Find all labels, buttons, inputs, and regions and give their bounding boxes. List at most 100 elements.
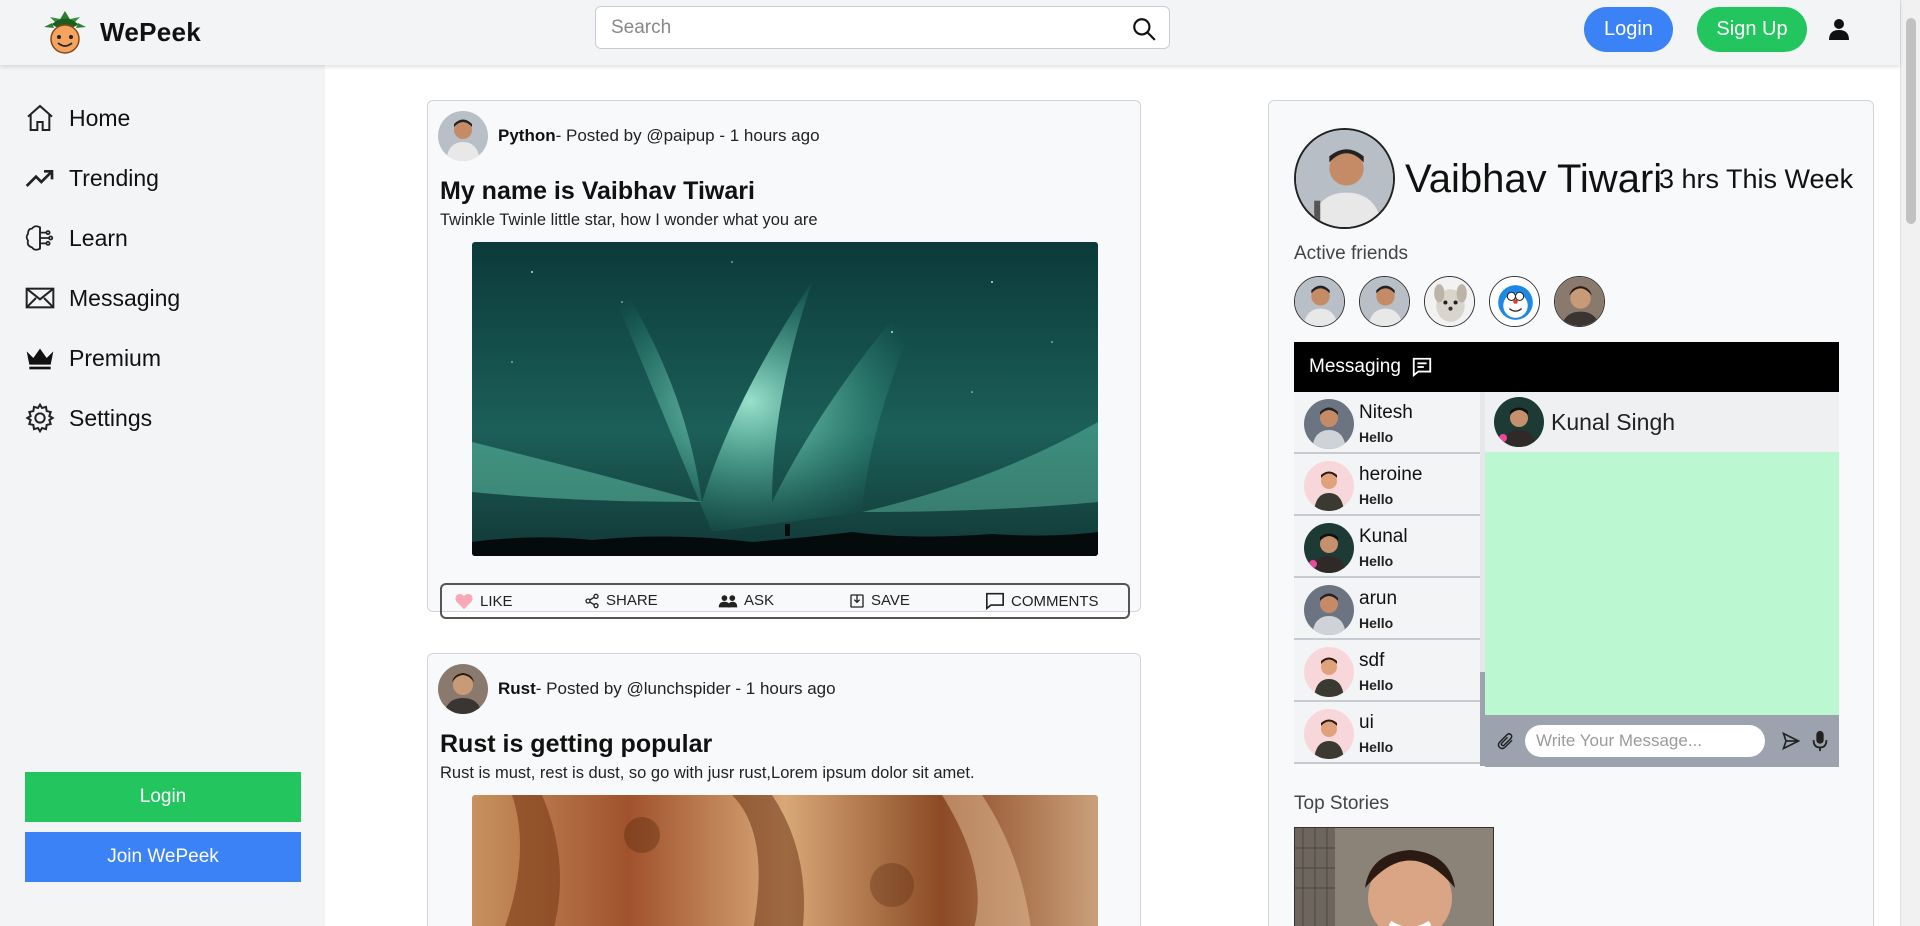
sidebar-item-label: Learn xyxy=(69,224,128,251)
active-friends-list xyxy=(1294,276,1605,327)
post-card: Rust- Posted by @lunchspider - 1 hours a… xyxy=(427,653,1141,926)
contact-item[interactable]: Nitesh Hello xyxy=(1294,392,1480,454)
sidebar-login-button[interactable]: Login xyxy=(25,772,301,822)
contact-name: heroine xyxy=(1359,464,1423,485)
post-meta: Rust- Posted by @lunchspider - 1 hours a… xyxy=(438,664,836,714)
profile-time-stat: 3 hrs This Week xyxy=(1659,164,1854,194)
login-button[interactable]: Login xyxy=(1584,7,1673,52)
friend-avatar[interactable] xyxy=(1424,276,1475,327)
post-description: Rust is must, rest is dust, so go with j… xyxy=(440,764,975,782)
search-input[interactable] xyxy=(596,7,1116,48)
logo-text: WePeek xyxy=(100,16,202,47)
profile-panel: Vaibhav Tiwari 3 hrs This Week Active fr… xyxy=(1268,100,1874,926)
contact-name: ui xyxy=(1359,712,1374,733)
post-image-aurora[interactable] xyxy=(472,242,1098,556)
search-bar xyxy=(595,6,1170,49)
sidebar-item-label: Settings xyxy=(69,404,153,431)
contact-item[interactable]: ui Hello xyxy=(1294,702,1480,764)
active-friends-label: Active friends xyxy=(1294,243,1409,264)
post-title[interactable]: Rust is getting popular xyxy=(440,730,712,759)
post-actions: LIKE SHARE ASK SAVE COMMENTS xyxy=(440,583,1130,619)
contact-item[interactable]: arun Hello xyxy=(1294,578,1480,640)
avatar xyxy=(1304,709,1354,759)
contact-list: Nitesh Hello heroine Hello Kunal Hello a… xyxy=(1294,392,1480,766)
page-scrollbar[interactable] xyxy=(1900,0,1920,926)
gear-icon xyxy=(25,402,55,434)
chat-icon xyxy=(1412,357,1432,378)
contact-last-message: Hello xyxy=(1359,553,1394,569)
people-icon xyxy=(718,594,738,607)
user-icon[interactable] xyxy=(1827,17,1851,46)
avatar xyxy=(1304,585,1354,635)
sidebar-item-label: Trending xyxy=(69,164,159,191)
sidebar-item-label: Home xyxy=(69,104,131,131)
sidebar-item-label: Messaging xyxy=(69,284,181,311)
like-button[interactable]: LIKE xyxy=(454,592,513,610)
avatar xyxy=(1304,461,1354,511)
messaging-title: Messaging xyxy=(1309,356,1401,377)
friend-avatar[interactable] xyxy=(1554,276,1605,327)
top-header: WePeek Login Sign Up xyxy=(0,0,1900,65)
avatar[interactable] xyxy=(438,664,488,714)
home-icon xyxy=(27,104,53,131)
attach-icon[interactable] xyxy=(1497,731,1515,756)
contact-last-message: Hello xyxy=(1359,739,1394,755)
share-button[interactable]: SHARE xyxy=(584,592,658,609)
avatar xyxy=(1304,647,1354,697)
message-input[interactable] xyxy=(1525,725,1765,757)
chat-contact-name: Kunal Singh xyxy=(1551,409,1676,435)
friend-avatar[interactable] xyxy=(1359,276,1410,327)
messaging-header[interactable]: Messaging xyxy=(1294,342,1839,392)
friend-avatar[interactable] xyxy=(1294,276,1345,327)
crown-icon xyxy=(26,348,54,370)
page-scrollbar-thumb[interactable] xyxy=(1906,18,1916,224)
post-topic[interactable]: Python xyxy=(498,126,556,145)
brain-icon xyxy=(25,225,54,251)
logo-icon xyxy=(40,7,90,57)
send-icon[interactable] xyxy=(1781,731,1801,756)
microphone-icon[interactable] xyxy=(1812,730,1828,757)
story-card[interactable] xyxy=(1294,827,1494,926)
sidebar-item-settings[interactable]: Settings xyxy=(24,402,152,434)
join-button[interactable]: Join WePeek xyxy=(25,832,301,882)
logo[interactable]: WePeek xyxy=(40,7,201,57)
post-title[interactable]: My name is Vaibhav Tiwari xyxy=(440,177,755,206)
sidebar-item-label: Premium xyxy=(69,344,162,371)
friend-avatar[interactable] xyxy=(1489,276,1540,327)
ask-button[interactable]: ASK xyxy=(718,592,774,609)
comment-icon xyxy=(986,592,1004,610)
post-meta: Python- Posted by @paipup - 1 hours ago xyxy=(438,111,820,161)
contact-item[interactable]: Kunal Hello xyxy=(1294,516,1480,578)
profile-avatar[interactable] xyxy=(1294,128,1395,229)
sidebar-item-trending[interactable]: Trending xyxy=(24,162,159,194)
signup-button[interactable]: Sign Up xyxy=(1697,7,1807,52)
avatar[interactable] xyxy=(438,111,488,161)
sidebar-item-learn[interactable]: Learn xyxy=(24,222,128,254)
post-topic[interactable]: Rust xyxy=(498,679,536,698)
share-icon xyxy=(585,593,599,608)
avatar[interactable] xyxy=(1494,397,1544,447)
chat-messages-area xyxy=(1485,452,1839,715)
contact-name: Nitesh xyxy=(1359,402,1413,423)
contact-last-message: Hello xyxy=(1359,491,1394,507)
save-button[interactable]: SAVE xyxy=(849,592,910,609)
comments-button[interactable]: COMMENTS xyxy=(985,592,1099,610)
avatar xyxy=(1304,523,1354,573)
post-byline: - Posted by @paipup - 1 hours ago xyxy=(555,126,820,145)
sidebar-item-premium[interactable]: Premium xyxy=(24,342,161,374)
post-description: Twinkle Twinle little star, how I wonder… xyxy=(440,211,818,229)
contact-name: Kunal xyxy=(1359,526,1408,547)
sidebar-item-home[interactable]: Home xyxy=(24,102,130,134)
heart-icon xyxy=(455,593,473,610)
contact-item[interactable]: sdf Hello xyxy=(1294,640,1480,702)
sidebar-item-messaging[interactable]: Messaging xyxy=(24,282,180,314)
top-stories-label: Top Stories xyxy=(1294,793,1390,814)
search-icon[interactable] xyxy=(1131,16,1157,47)
mail-icon xyxy=(25,287,55,309)
contact-item[interactable]: heroine Hello xyxy=(1294,454,1480,516)
post-image-rust[interactable] xyxy=(472,795,1098,926)
save-icon xyxy=(850,593,864,608)
contact-last-message: Hello xyxy=(1359,615,1394,631)
contact-name: sdf xyxy=(1359,650,1385,671)
avatar xyxy=(1304,399,1354,449)
